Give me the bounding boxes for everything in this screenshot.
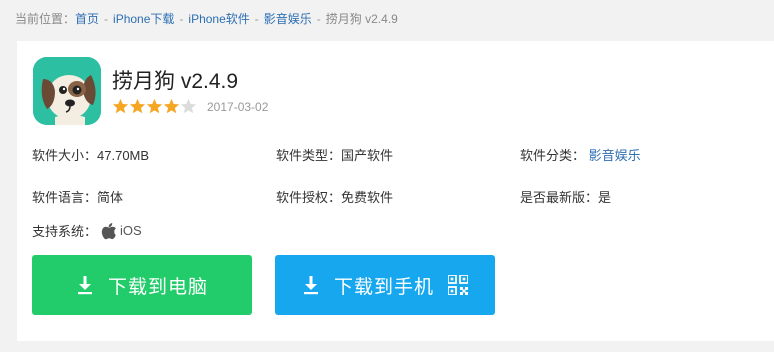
app-detail-card: 捞月狗 v2.4.9 2017-03-02 软件大小：47.70MB 软件类型：… xyxy=(17,41,774,341)
breadcrumb: 当前位置：首页 - iPhone下载 - iPhone软件 - 影音娱乐 - 捞月狗 v2.4.… xyxy=(15,10,398,28)
download-icon xyxy=(303,276,318,295)
breadcrumb-iphone-software-link[interactable]: iPhone软件 xyxy=(188,12,249,26)
breadcrumb-iphone-download-link[interactable]: iPhone下载 xyxy=(113,12,174,26)
apple-icon xyxy=(101,222,117,239)
app-title: 捞月狗 v2.4.9 xyxy=(112,70,239,93)
rating-stars xyxy=(112,98,197,116)
info-language-label: 软件语言： xyxy=(32,190,98,205)
download-to-pc-button[interactable]: 下载到电脑 xyxy=(32,255,252,315)
info-language-value: 简体 xyxy=(97,190,124,205)
star-icon xyxy=(163,98,180,114)
dog-app-icon xyxy=(33,57,101,125)
info-latest-label: 是否最新版： xyxy=(520,190,599,205)
download-to-phone-button[interactable]: 下载到手机 xyxy=(275,255,495,315)
download-icon xyxy=(77,276,92,295)
info-category: 软件分类： 影音娱乐 xyxy=(520,145,641,164)
star-icon xyxy=(112,98,129,114)
info-type: 软件类型：国产软件 xyxy=(276,145,393,164)
info-size-label: 软件大小： xyxy=(32,148,98,163)
qr-code-icon[interactable] xyxy=(448,275,468,295)
download-to-pc-label: 下载到电脑 xyxy=(107,276,208,298)
breadcrumb-separator: - xyxy=(254,12,259,26)
info-os-value: iOS xyxy=(120,223,142,238)
breadcrumb-separator: - xyxy=(179,12,184,26)
star-icon xyxy=(146,98,163,114)
star-icon xyxy=(129,98,146,114)
info-os: 支持系统： iOS xyxy=(32,221,142,240)
info-os-label: 支持系统： xyxy=(32,224,98,239)
info-type-label: 软件类型： xyxy=(276,148,342,163)
breadcrumb-separator: - xyxy=(104,12,109,26)
info-latest: 是否最新版：是 xyxy=(520,187,611,206)
breadcrumb-home-link[interactable]: 首页 xyxy=(75,12,99,26)
info-license: 软件授权：免费软件 xyxy=(276,187,393,206)
breadcrumb-prefix: 当前位置： xyxy=(15,12,76,26)
info-license-label: 软件授权： xyxy=(276,190,342,205)
breadcrumb-current: 捞月狗 v2.4.9 xyxy=(325,12,398,26)
star-empty-icon xyxy=(180,98,197,114)
breadcrumb-separator: - xyxy=(316,12,321,26)
breadcrumb-media-link[interactable]: 影音娱乐 xyxy=(264,12,312,26)
info-latest-value: 是 xyxy=(598,190,612,205)
info-size-value: 47.70MB xyxy=(97,148,150,163)
info-size: 软件大小：47.70MB xyxy=(32,145,149,164)
download-to-phone-label: 下载到手机 xyxy=(333,276,434,298)
info-type-value: 国产软件 xyxy=(341,148,394,163)
info-category-label: 软件分类： xyxy=(520,148,586,163)
info-license-value: 免费软件 xyxy=(341,190,394,205)
info-category-link[interactable]: 影音娱乐 xyxy=(589,148,641,163)
release-date: 2017-03-02 xyxy=(207,100,269,114)
info-language: 软件语言：简体 xyxy=(32,187,123,206)
